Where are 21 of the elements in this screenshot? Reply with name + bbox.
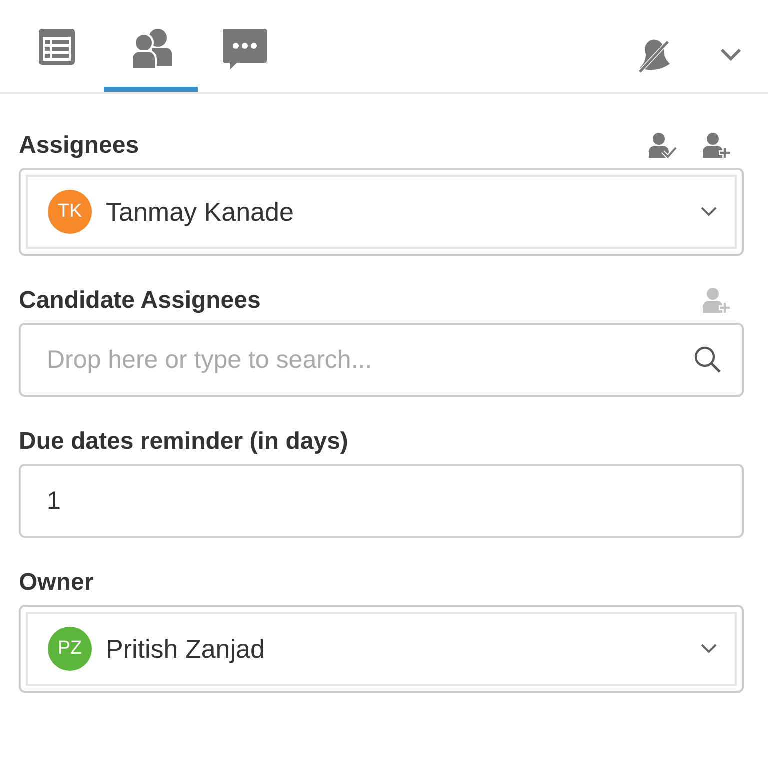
- avatar: PZ: [48, 627, 92, 671]
- field-label: Assignees: [19, 132, 140, 160]
- person-name: Tanmay Kanade: [106, 196, 295, 228]
- assign-user-icon[interactable]: [648, 132, 678, 160]
- chat-icon: [222, 28, 268, 70]
- chevron-down-icon[interactable]: [701, 644, 717, 654]
- avatar: TK: [48, 190, 92, 234]
- person-name: Pritish Zanjad: [106, 634, 266, 664]
- search-field[interactable]: Drop here or type to search...: [19, 323, 744, 397]
- add-user-icon[interactable]: [702, 132, 732, 160]
- field-label: Due dates reminder (in days): [19, 428, 348, 456]
- search-icon[interactable]: [694, 346, 722, 374]
- field-label: Candidate Assignees: [19, 287, 261, 315]
- chevron-down-icon[interactable]: [720, 48, 742, 62]
- field-label: Owner: [19, 569, 94, 597]
- table-icon: [38, 28, 76, 66]
- person-picker[interactable]: PZ Pritish Zanjad: [19, 605, 744, 693]
- tab[interactable]: [104, 28, 198, 92]
- chevron-down-icon[interactable]: [701, 207, 717, 217]
- person-picker[interactable]: TK Tanmay Kanade: [19, 168, 744, 256]
- input-field[interactable]: 1: [19, 464, 744, 538]
